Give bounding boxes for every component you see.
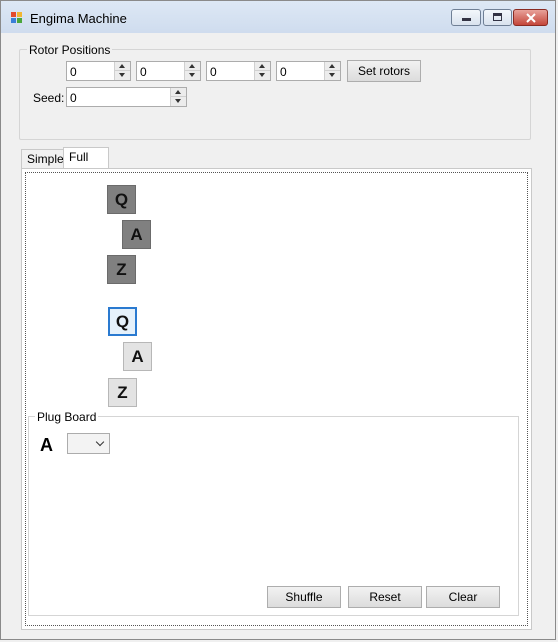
seed-input[interactable]: 0 [66, 87, 187, 107]
dropdown-chevron-icon [95, 437, 105, 447]
rotor-4-value: 0 [280, 65, 287, 79]
plug-board-label: Plug Board [35, 410, 99, 424]
spin-down-icon[interactable] [185, 71, 200, 80]
rotor-1-input[interactable]: 0 [66, 61, 131, 81]
plug-board-group: Plug Board A Shuffle Reset Clear [28, 410, 519, 616]
spin-down-icon[interactable] [255, 71, 270, 80]
maximize-icon [493, 13, 502, 21]
set-rotors-button[interactable]: Set rotors [347, 60, 421, 82]
spin-up-icon[interactable] [255, 62, 270, 71]
seed-value: 0 [70, 91, 77, 105]
spin-up-icon[interactable] [185, 62, 200, 71]
spin-up-icon[interactable] [171, 88, 186, 97]
spin-down-icon[interactable] [115, 71, 130, 80]
plug-letter: A [40, 435, 53, 455]
minimize-button[interactable] [451, 9, 481, 26]
shuffle-button[interactable]: Shuffle [267, 586, 341, 608]
tab-full[interactable]: Full [63, 147, 109, 169]
reset-button[interactable]: Reset [348, 586, 422, 608]
lamp-z: Z [107, 255, 136, 284]
spin-up-icon[interactable] [115, 62, 130, 71]
key-q[interactable]: Q [108, 307, 137, 336]
clear-button[interactable]: Clear [426, 586, 500, 608]
rotor-3-input[interactable]: 0 [206, 61, 271, 81]
plug-a-select[interactable] [67, 433, 110, 454]
seed-label: Seed: [33, 91, 65, 105]
spin-down-icon[interactable] [325, 71, 340, 80]
app-icon [11, 12, 23, 24]
app-window: Engima Machine Rotor Positions 0 0 0 0 S… [0, 0, 556, 640]
rotor-2-value: 0 [140, 65, 147, 79]
title-bar[interactable]: Engima Machine [1, 1, 555, 33]
lamp-q: Q [107, 185, 136, 214]
lamp-a: A [122, 220, 151, 249]
spin-down-icon[interactable] [171, 97, 186, 106]
window-title: Engima Machine [30, 11, 127, 26]
rotor-2-input[interactable]: 0 [136, 61, 201, 81]
rotor-3-value: 0 [210, 65, 217, 79]
tab-simple[interactable]: Simple [21, 149, 64, 169]
close-icon [526, 13, 536, 23]
key-z[interactable]: Z [108, 378, 137, 407]
spin-up-icon[interactable] [325, 62, 340, 71]
rotor-1-value: 0 [70, 65, 77, 79]
rotor-positions-label: Rotor Positions [27, 43, 113, 57]
key-a[interactable]: A [123, 342, 152, 371]
close-button[interactable] [513, 9, 548, 26]
minimize-icon [462, 18, 471, 21]
tab-panel-full: Q A Z Q A Z Plug Board A Shuffle Reset C… [21, 168, 532, 630]
maximize-button[interactable] [483, 9, 512, 26]
rotor-4-input[interactable]: 0 [276, 61, 341, 81]
